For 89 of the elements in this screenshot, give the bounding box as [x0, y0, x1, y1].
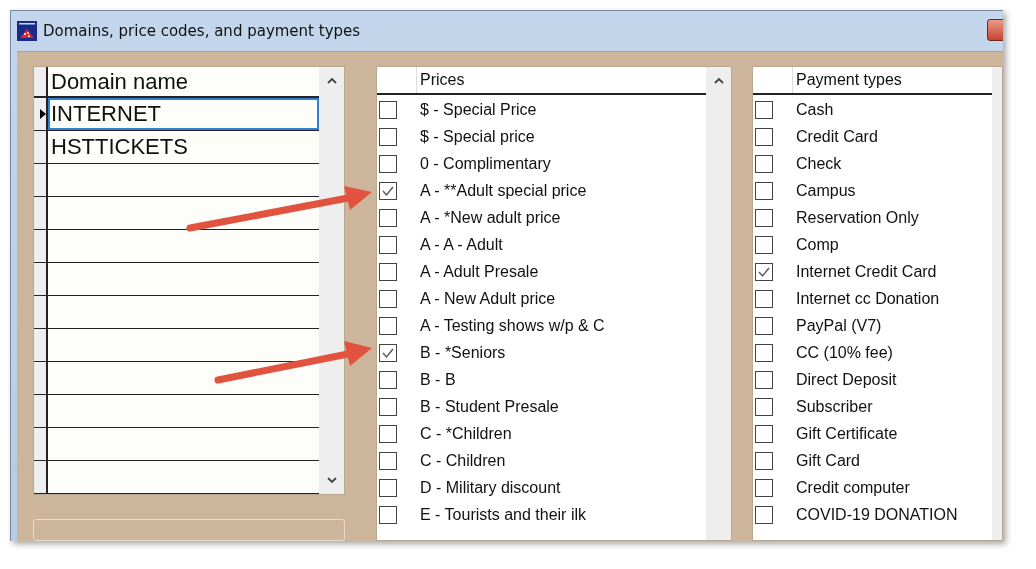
list-item[interactable]: A - Testing shows w/p & C — [417, 316, 605, 335]
checkbox[interactable] — [755, 100, 773, 119]
checkbox[interactable] — [379, 235, 397, 254]
checkbox[interactable] — [755, 316, 773, 335]
row-selector[interactable] — [34, 197, 48, 229]
checkbox[interactable] — [379, 370, 397, 389]
list-item[interactable]: Internet Credit Card — [793, 262, 937, 281]
checkbox[interactable] — [755, 181, 773, 200]
checkbox[interactable] — [755, 397, 773, 416]
checkbox[interactable] — [755, 343, 773, 362]
checkbox[interactable] — [379, 181, 397, 200]
checkbox[interactable] — [379, 478, 397, 497]
row-selector[interactable] — [34, 131, 48, 163]
checkbox[interactable] — [755, 451, 773, 470]
checkbox[interactable] — [379, 451, 397, 470]
list-item[interactable]: C - *Children — [417, 424, 512, 443]
list-item[interactable]: E - Tourists and their ilk — [417, 505, 586, 524]
checkbox[interactable] — [755, 370, 773, 389]
checkbox[interactable] — [755, 127, 773, 146]
checkbox[interactable] — [379, 262, 397, 281]
checkbox[interactable] — [379, 208, 397, 227]
checkbox[interactable] — [755, 235, 773, 254]
scrollbar[interactable] — [992, 67, 1002, 540]
checkbox[interactable] — [379, 100, 397, 119]
column-header: Domain name — [50, 67, 189, 96]
row-selector[interactable] — [34, 329, 48, 361]
table-cell[interactable]: HSTTICKETS — [48, 131, 319, 163]
list-item[interactable]: B - Student Presale — [417, 397, 559, 416]
checkbox[interactable] — [379, 316, 397, 335]
app-icon — [17, 21, 37, 41]
list-item[interactable]: A - A - Adult — [417, 235, 503, 254]
table-cell[interactable]: INTERNET — [48, 98, 319, 130]
checkbox[interactable] — [755, 262, 773, 281]
scroll-up-icon[interactable] — [713, 77, 724, 84]
checkbox[interactable] — [379, 154, 397, 173]
row-selector[interactable] — [34, 263, 48, 295]
list-item[interactable]: D - Military discount — [417, 478, 561, 497]
scrollbar[interactable] — [706, 67, 731, 540]
row-selector[interactable] — [34, 230, 48, 262]
row-selector[interactable] — [34, 164, 48, 196]
list-item[interactable]: Credit Card — [793, 127, 878, 146]
list-item[interactable]: A - Adult Presale — [417, 262, 539, 281]
list-item[interactable]: A - New Adult price — [417, 289, 556, 308]
list-item[interactable]: Check — [793, 154, 842, 173]
list-item[interactable]: Direct Deposit — [793, 370, 897, 389]
list-item[interactable]: 0 - Complimentary — [417, 154, 551, 173]
checkbox[interactable] — [379, 127, 397, 146]
list-item[interactable]: B - B — [417, 370, 456, 389]
checkbox[interactable] — [379, 289, 397, 308]
checkbox[interactable] — [755, 505, 773, 524]
row-selector[interactable] — [34, 461, 48, 493]
checkbox[interactable] — [379, 343, 397, 362]
list-item[interactable]: Subscriber — [793, 397, 873, 416]
checkbox[interactable] — [755, 424, 773, 443]
list-item[interactable]: Internet cc Donation — [793, 289, 940, 308]
column-header: Payment types — [795, 71, 902, 89]
list-item[interactable]: Gift Card — [793, 451, 860, 470]
row-selector[interactable] — [34, 98, 48, 130]
list-item[interactable]: C - Children — [417, 451, 506, 470]
list-item[interactable]: Campus — [793, 181, 856, 200]
list-item[interactable]: Cash — [793, 100, 834, 119]
list-item[interactable]: COVID-19 DONATION — [793, 505, 958, 524]
list-item[interactable]: Reservation Only — [793, 208, 919, 227]
list-item[interactable]: CC (10% fee) — [793, 343, 893, 362]
checkbox[interactable] — [379, 424, 397, 443]
scrollbar[interactable] — [319, 67, 344, 494]
checkbox[interactable] — [755, 154, 773, 173]
scroll-up-icon[interactable] — [326, 77, 337, 84]
list-item[interactable]: Comp — [793, 235, 839, 254]
list-item[interactable]: PayPal (V7) — [793, 316, 882, 335]
checkbox[interactable] — [379, 505, 397, 524]
row-selector[interactable] — [34, 395, 48, 427]
checkbox[interactable] — [755, 289, 773, 308]
list-item[interactable]: A - *New adult price — [417, 208, 561, 227]
row-selector[interactable] — [34, 296, 48, 328]
column-header: Prices — [419, 71, 465, 89]
list-item[interactable]: $ - Special price — [417, 127, 535, 146]
checkbox[interactable] — [755, 208, 773, 227]
scroll-down-icon[interactable] — [326, 477, 337, 484]
window-title: Domains, price codes, and payment types — [43, 22, 361, 40]
row-selector[interactable] — [34, 362, 48, 394]
list-item[interactable]: Gift Certificate — [793, 424, 898, 443]
row-selector[interactable] — [34, 428, 48, 460]
checkbox[interactable] — [755, 478, 773, 497]
list-item[interactable]: $ - Special Price — [417, 100, 537, 119]
list-item[interactable]: A - **Adult special price — [417, 181, 587, 200]
checkbox[interactable] — [379, 397, 397, 416]
list-item[interactable]: Credit computer — [793, 478, 910, 497]
list-item[interactable]: B - *Seniors — [417, 343, 506, 362]
